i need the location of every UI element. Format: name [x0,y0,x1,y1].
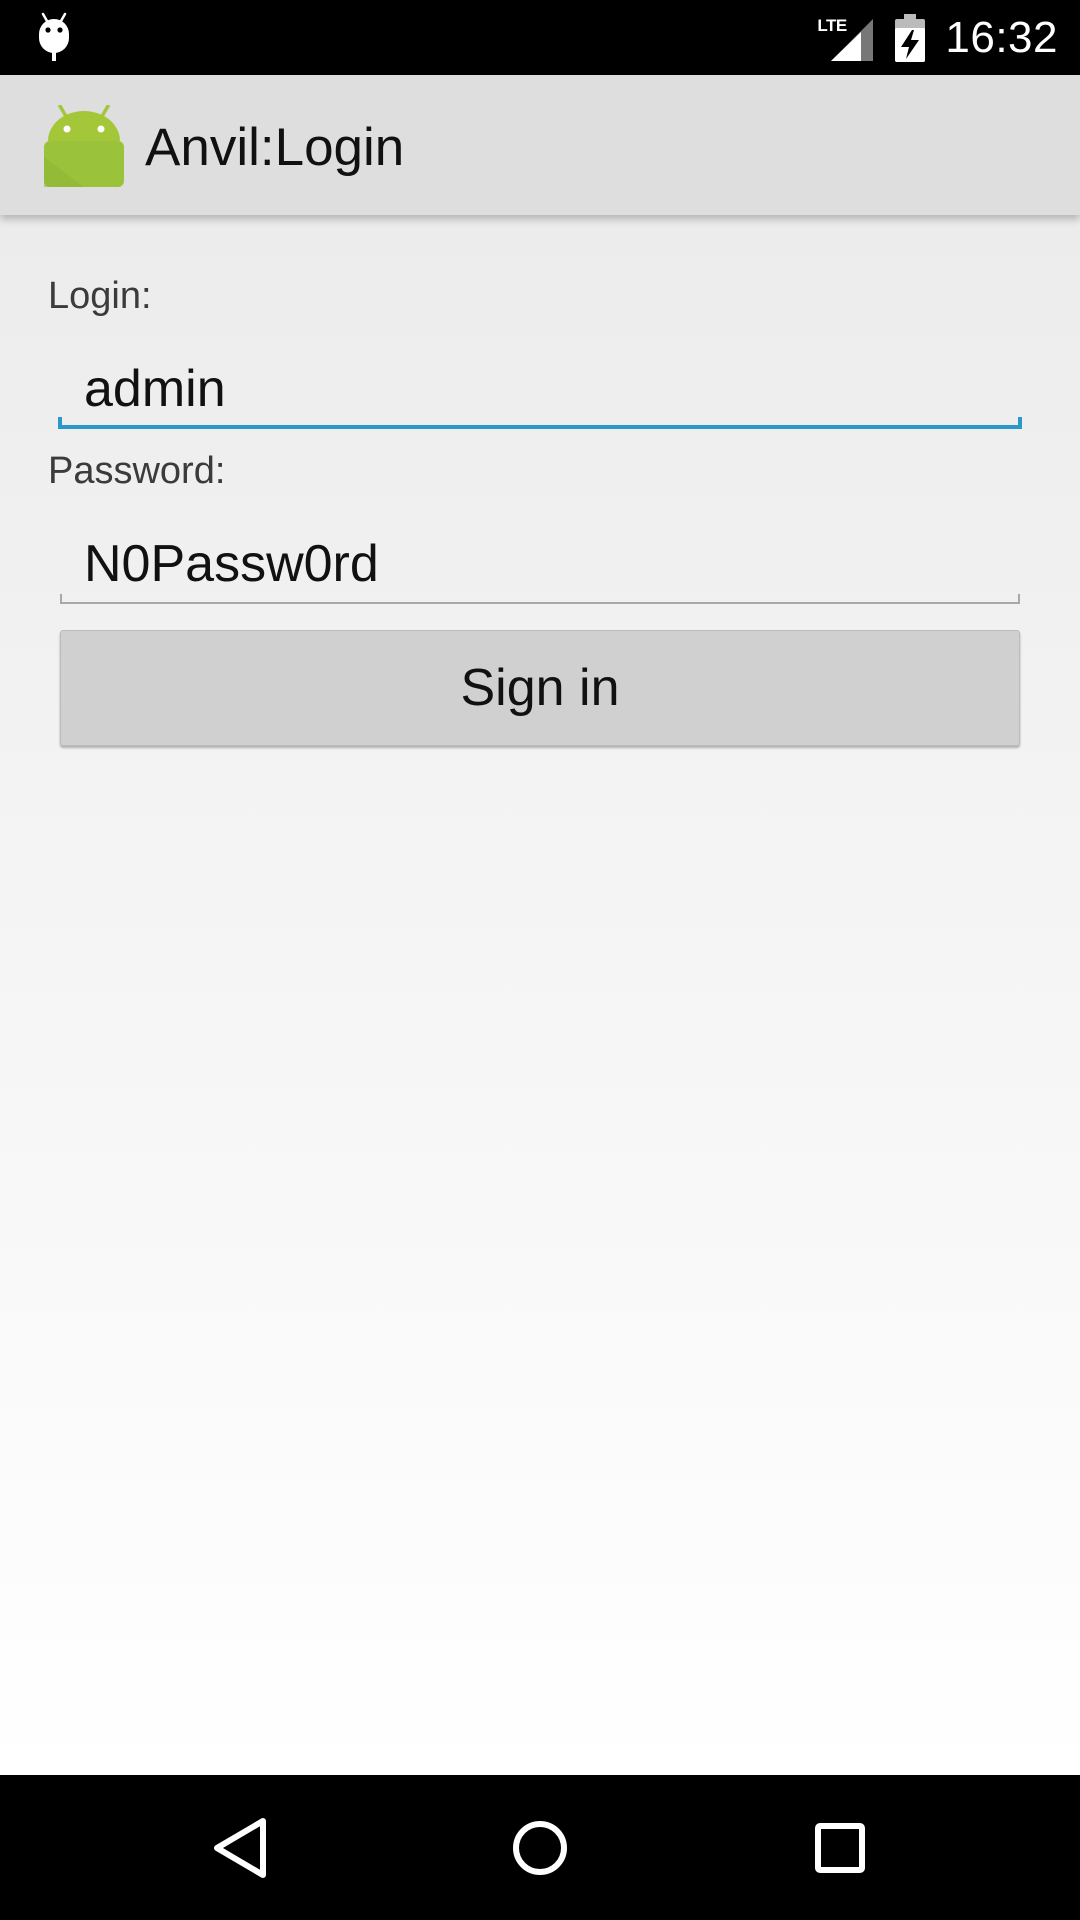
password-input[interactable]: N0Passw0rd [60,524,1020,604]
login-label: Login: [48,275,152,317]
app-title: Anvil:Login [145,118,405,177]
login-form: Login: admin Password: N0Passw0rd Sign i… [0,215,1080,1775]
recents-square-icon[interactable] [803,1811,877,1885]
login-input-underline [58,417,1022,429]
status-clock: 16:32 [945,12,1058,62]
password-input-value: N0Passw0rd [84,535,379,593]
navigation-bar [0,1775,1080,1920]
back-triangle-icon[interactable] [203,1811,277,1885]
android-launcher-icon [44,105,124,187]
signal-icon: LTE [817,15,874,61]
password-label: Password: [48,450,226,492]
android-debug-icon [39,12,69,61]
sign-in-button[interactable]: Sign in [60,630,1020,746]
login-input-value: admin [84,360,226,418]
status-icons: LTE 16:32 [817,0,1058,75]
battery-charging-icon [895,13,926,62]
status-bar: LTE 16:32 [0,0,1080,75]
home-circle-icon[interactable] [503,1811,577,1885]
app-bar: Anvil:Login [0,75,1080,215]
password-input-underline [60,594,1020,604]
login-input[interactable]: admin [58,349,1022,429]
